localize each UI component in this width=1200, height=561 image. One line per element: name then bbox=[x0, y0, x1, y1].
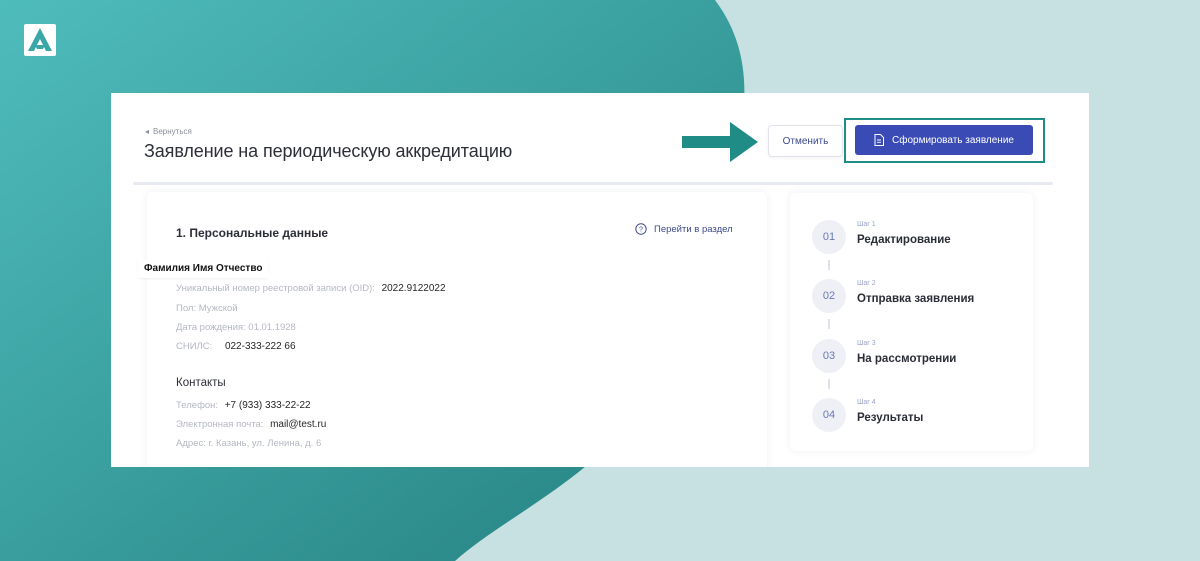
svg-text:?: ? bbox=[639, 227, 643, 234]
goto-section-link[interactable]: ? Перейти в раздел bbox=[635, 223, 733, 235]
step-caption: Шаг 1 bbox=[857, 221, 876, 228]
generate-application-label: Сформировать заявление bbox=[892, 134, 1014, 146]
back-link[interactable]: ◂ Вернуться bbox=[145, 127, 192, 136]
oid-value: 2022.9122022 bbox=[377, 283, 450, 294]
steps-panel: 01 Шаг 1 Редактирование 02 Шаг 2 Отправк… bbox=[790, 193, 1033, 451]
contacts-title: Контакты bbox=[176, 377, 226, 389]
step-number: 03 bbox=[812, 339, 846, 373]
goto-section-label: Перейти в раздел bbox=[654, 223, 733, 235]
gender-field: Пол: Мужской bbox=[176, 303, 238, 314]
step-connector bbox=[828, 319, 830, 329]
step-item[interactable]: 03 Шаг 3 На рассмотрении bbox=[812, 339, 1022, 379]
phone-value: +7 (933) 333-22-22 bbox=[220, 400, 315, 411]
logo-icon bbox=[24, 24, 56, 56]
address-field: Адрес: г. Казань, ул. Ленина, д. 6 bbox=[176, 438, 322, 449]
cancel-button[interactable]: Отменить bbox=[768, 125, 843, 157]
email-value: mail@test.ru bbox=[266, 419, 331, 430]
section-title: 1. Персональные данные bbox=[176, 226, 329, 240]
email-label: Электронная почта: bbox=[176, 419, 264, 430]
step-item[interactable]: 01 Шаг 1 Редактирование bbox=[812, 220, 1022, 260]
birth-date-field: Дата рождения: 01.01.1928 bbox=[176, 322, 296, 333]
step-number: 01 bbox=[812, 220, 846, 254]
header-divider bbox=[133, 182, 1053, 185]
step-connector bbox=[828, 379, 830, 389]
email-field: Электронная почта: mail@test.ru bbox=[176, 419, 331, 430]
phone-label: Телефон: bbox=[176, 400, 219, 411]
step-caption: Шаг 2 bbox=[857, 280, 876, 287]
step-item[interactable]: 04 Шаг 4 Результаты bbox=[812, 398, 1022, 438]
full-name: Фамилия Имя Отчество bbox=[138, 260, 269, 278]
arrow-right-icon bbox=[682, 122, 758, 162]
chevron-left-icon: ◂ bbox=[145, 127, 150, 136]
step-number: 02 bbox=[812, 279, 846, 313]
question-circle-icon: ? bbox=[635, 223, 647, 235]
step-item[interactable]: 02 Шаг 2 Отправка заявления bbox=[812, 279, 1022, 319]
step-number: 04 bbox=[812, 398, 846, 432]
oid-label: Уникальный номер реестровой записи (OID)… bbox=[176, 283, 375, 294]
oid-field: Уникальный номер реестровой записи (OID)… bbox=[176, 283, 450, 294]
step-name: Отправка заявления bbox=[857, 293, 975, 305]
snils-value: 022-333-222 66 bbox=[220, 341, 300, 352]
phone-field: Телефон: +7 (933) 333-22-22 bbox=[176, 400, 315, 411]
snils-label: СНИЛС: bbox=[176, 341, 213, 352]
step-name: На рассмотрении bbox=[857, 353, 957, 365]
step-caption: Шаг 3 bbox=[857, 340, 876, 347]
document-icon bbox=[874, 134, 884, 146]
step-name: Результаты bbox=[857, 412, 924, 424]
back-label: Вернуться bbox=[153, 127, 192, 136]
application-card: ◂ Вернуться Заявление на периодическую ак… bbox=[111, 93, 1089, 467]
snils-field: СНИЛС: 022-333-222 66 bbox=[176, 341, 300, 352]
step-caption: Шаг 4 bbox=[857, 399, 876, 406]
step-connector bbox=[828, 260, 830, 270]
step-name: Редактирование bbox=[857, 234, 951, 246]
generate-application-button[interactable]: Сформировать заявление bbox=[855, 125, 1033, 155]
page-title: Заявление на периодическую аккредитацию bbox=[144, 141, 513, 161]
